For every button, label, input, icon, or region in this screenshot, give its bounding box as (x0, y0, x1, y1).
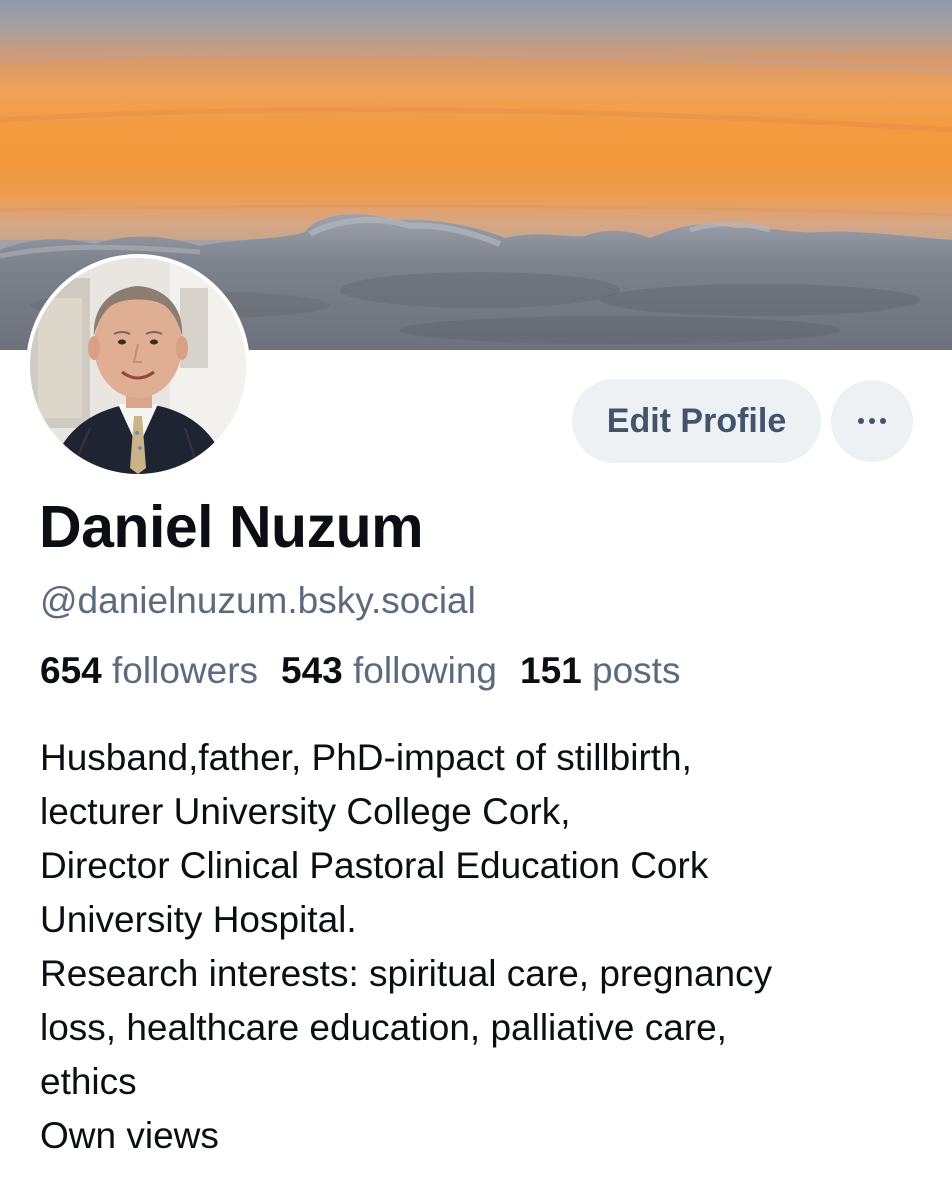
profile-stats: 654 followers 543 following 151 posts (40, 650, 680, 692)
profile-bio: Husband,father, PhD-impact of stillbirth… (40, 731, 940, 1163)
bio-line: Director Clinical Pastoral Education Cor… (40, 845, 709, 886)
followers-label: followers (112, 650, 259, 691)
bio-line: ethics (40, 1061, 137, 1102)
profile-handle: @danielnuzum.bsky.social (40, 580, 476, 621)
display-name: Daniel Nuzum (39, 494, 424, 560)
bio-line: lecturer University College Cork, (40, 791, 571, 832)
ellipsis-icon (858, 418, 886, 424)
following-label: following (353, 650, 498, 691)
following-stat[interactable]: 543 following (281, 650, 497, 692)
posts-count: 151 (520, 650, 582, 691)
bio-line: Research interests: spiritual care, preg… (40, 953, 773, 994)
bio-line: University Hospital. (40, 899, 357, 940)
following-count: 543 (281, 650, 343, 691)
avatar[interactable] (26, 254, 250, 478)
profile-photo (30, 258, 246, 474)
posts-label: posts (592, 650, 681, 691)
more-options-button[interactable] (831, 380, 913, 462)
bio-line: Own views (40, 1115, 219, 1156)
posts-stat: 151 posts (520, 650, 680, 692)
bio-line: loss, healthcare education, palliative c… (40, 1007, 727, 1048)
followers-stat[interactable]: 654 followers (40, 650, 258, 692)
bio-line: Husband,father, PhD-impact of stillbirth… (40, 737, 692, 778)
profile-page: Edit Profile Daniel Nuzum @danielnuzum.b… (0, 0, 952, 1200)
edit-profile-button[interactable]: Edit Profile (572, 379, 821, 463)
person-portrait-icon (30, 258, 246, 474)
followers-count: 654 (40, 650, 102, 691)
